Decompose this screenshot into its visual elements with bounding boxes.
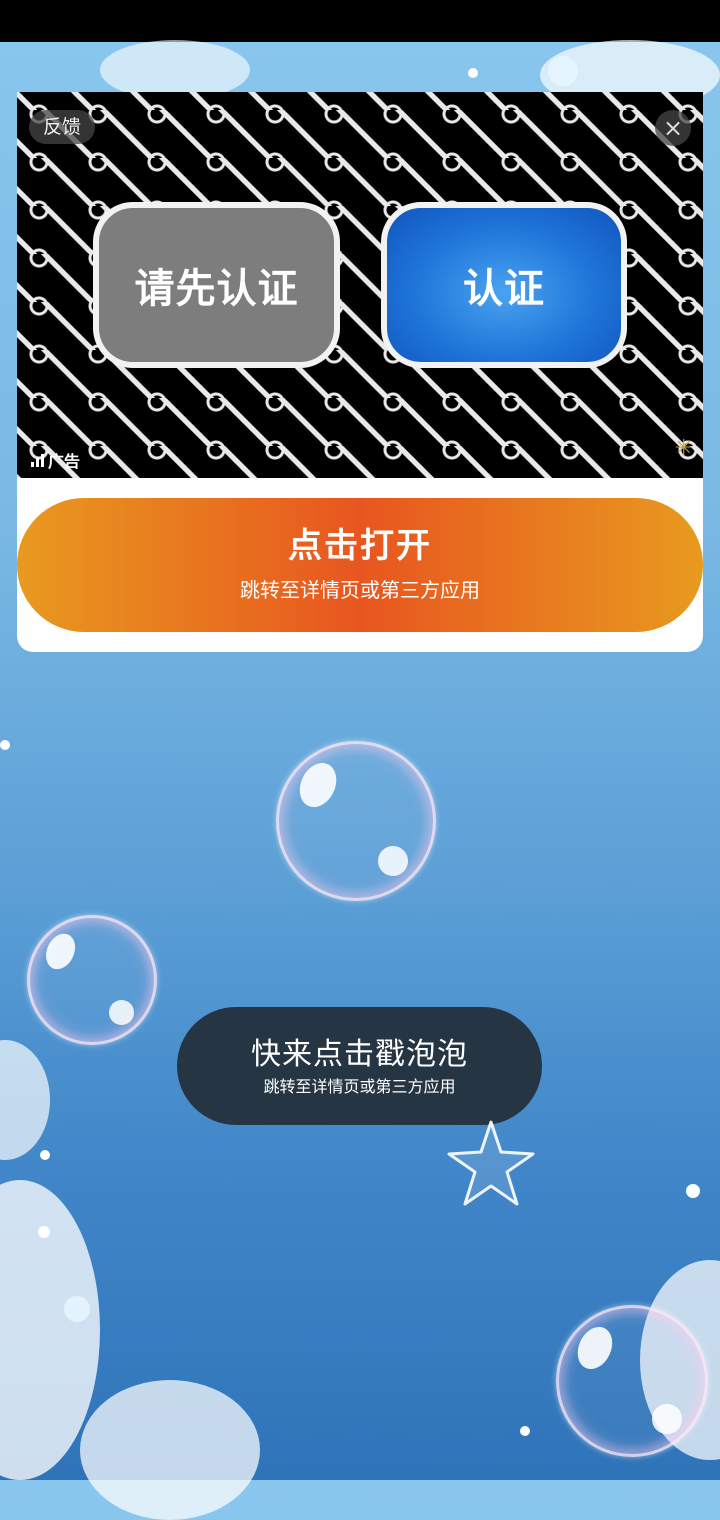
bubble[interactable] — [27, 915, 157, 1045]
bubble[interactable] — [276, 741, 436, 901]
ad-label: 广告 — [31, 448, 80, 472]
verify-button[interactable]: 认证 — [381, 202, 627, 368]
close-icon[interactable]: × — [655, 110, 691, 146]
signal-icon — [31, 453, 44, 467]
open-button[interactable]: 点击打开 跳转至详情页或第三方应用 — [17, 498, 703, 632]
toast-title: 快来点击戳泡泡 — [251, 1037, 468, 1072]
bubble[interactable] — [556, 1305, 708, 1457]
pop-bubble-toast[interactable]: 快来点击戳泡泡 跳转至详情页或第三方应用 — [177, 1007, 542, 1125]
verify-first-button[interactable]: 请先认证 — [93, 202, 340, 368]
ad-label-text: 广告 — [48, 452, 81, 471]
open-button-subtitle: 跳转至详情页或第三方应用 — [240, 578, 480, 602]
status-bar — [0, 0, 720, 42]
sparkle-icon: ✳ — [674, 436, 693, 461]
open-button-title: 点击打开 — [288, 526, 432, 566]
toast-subtitle: 跳转至详情页或第三方应用 — [263, 1077, 456, 1096]
ad-card[interactable]: 反馈 × 请先认证 认证 广告 ✳ 点击打开 跳转至详情页或第三方应用 — [17, 92, 703, 652]
star-icon[interactable] — [445, 1118, 537, 1210]
feedback-button[interactable]: 反馈 — [29, 110, 96, 144]
ad-image[interactable]: 反馈 × 请先认证 认证 广告 ✳ — [17, 92, 703, 478]
